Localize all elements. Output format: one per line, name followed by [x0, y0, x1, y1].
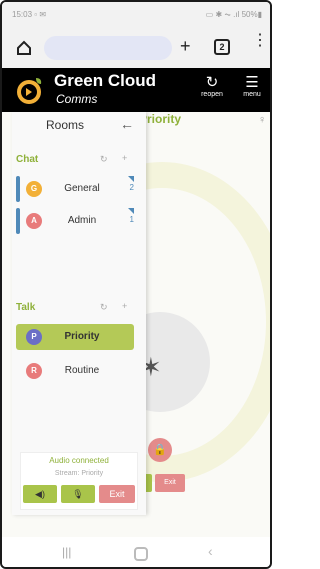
- system-nav-bar: ||| ‹: [2, 537, 270, 567]
- status-bar: 15:03 ▫ ✉ ▭ ✱ ⏦ .ıl 50%▮: [2, 2, 270, 28]
- room-name: Routine: [64, 365, 100, 376]
- app-header: Green Cloud Comms ↻ reopen ☰ menu: [2, 68, 270, 112]
- stream-label: Stream: Priority: [54, 470, 104, 477]
- menu-label: menu: [243, 91, 261, 98]
- menu-button[interactable]: ☰ menu: [240, 74, 264, 98]
- tabs-count-button[interactable]: 2: [214, 39, 230, 55]
- back-arrow-icon[interactable]: ←: [120, 116, 134, 132]
- microphone-icon: 🎙: [72, 489, 84, 499]
- room-routine[interactable]: R Routine: [16, 358, 134, 384]
- room-general[interactable]: G General 2: [16, 176, 134, 202]
- avatar: G: [26, 181, 42, 197]
- people-icon[interactable]: ♀: [258, 114, 266, 126]
- status-right: ▭ ✱ ⏦ .ıl 50%▮: [205, 10, 262, 19]
- notification-icons: ▫ ✉: [34, 10, 47, 19]
- talk-refresh-icon[interactable]: ↻: [100, 302, 108, 313]
- unread-count: 1: [129, 215, 134, 224]
- brand-subtitle: Comms: [56, 92, 98, 106]
- phone-frame: 15:03 ▫ ✉ ▭ ✱ ⏦ .ıl 50%▮ + 2 ⋮ Green Clo…: [0, 0, 272, 569]
- hamburger-icon: ☰: [245, 74, 259, 91]
- main-exit-button[interactable]: Exit: [155, 474, 185, 492]
- audio-panel: Audio connected Stream: Priority ◀) 🎙 Ex…: [20, 452, 138, 510]
- exit-button[interactable]: Exit: [99, 485, 135, 503]
- room-name: Priority: [64, 331, 100, 342]
- back-nav-icon[interactable]: ‹: [208, 543, 213, 559]
- chat-section-label: Chat: [16, 154, 39, 165]
- lock-button[interactable]: 🔒: [148, 438, 172, 462]
- chat-refresh-icon[interactable]: ↻: [100, 154, 108, 165]
- unread-count: 2: [129, 183, 134, 192]
- green-cloud-logo-icon: [17, 78, 42, 104]
- url-bar[interactable]: [44, 36, 172, 60]
- audio-status: Audio connected: [49, 456, 109, 465]
- clock: 15:03: [12, 10, 33, 19]
- room-priority[interactable]: P Priority: [16, 324, 134, 350]
- new-tab-icon[interactable]: +: [180, 36, 191, 57]
- avatar: A: [26, 213, 42, 229]
- home-nav-icon[interactable]: [134, 547, 148, 561]
- room-admin[interactable]: A Admin 1: [16, 208, 134, 234]
- recents-icon[interactable]: |||: [62, 545, 71, 559]
- room-unread-bar: [16, 208, 20, 234]
- reopen-label: reopen: [201, 91, 223, 98]
- chat-add-icon[interactable]: +: [122, 153, 127, 163]
- home-icon[interactable]: [16, 40, 32, 56]
- avatar: P: [26, 329, 42, 345]
- mic-button[interactable]: 🎙: [61, 485, 95, 503]
- rooms-title: Rooms: [46, 118, 85, 132]
- avatar: R: [26, 363, 42, 379]
- brand-title: Green Cloud: [54, 71, 157, 90]
- browser-menu-icon[interactable]: ⋮: [252, 33, 268, 49]
- unread-corner-icon: [128, 208, 134, 214]
- reopen-button[interactable]: ↻ reopen: [198, 74, 226, 98]
- room-unread-bar: [16, 176, 20, 202]
- room-name: Admin: [67, 215, 97, 226]
- speaker-icon: ◀): [35, 489, 45, 499]
- talk-add-icon[interactable]: +: [122, 301, 127, 311]
- reopen-icon: ↻: [205, 74, 219, 91]
- status-left: 15:03 ▫ ✉: [12, 10, 46, 19]
- talk-section-label: Talk: [16, 302, 36, 313]
- browser-toolbar: + 2 ⋮: [2, 28, 270, 68]
- rooms-drawer: Rooms ← Chat ↻ + G General 2 A Admin 1 T…: [12, 112, 146, 515]
- room-name: General: [64, 183, 100, 194]
- unread-corner-icon: [128, 176, 134, 182]
- speaker-button[interactable]: ◀): [23, 485, 57, 503]
